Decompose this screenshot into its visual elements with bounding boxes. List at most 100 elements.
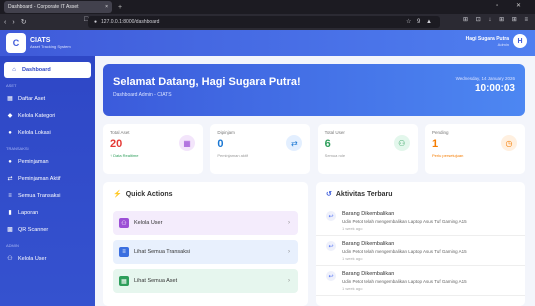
sidebar-item-label: Dashboard	[22, 67, 51, 73]
qr-code-icon: ▩	[7, 227, 13, 233]
avatar[interactable]: H	[513, 34, 527, 48]
user-role: Admin	[497, 41, 509, 47]
activity-item-title: Barang Dikembalikan	[342, 271, 395, 277]
brand-logo: C	[6, 33, 26, 53]
quick-actions-title: Quick Actions	[125, 190, 173, 198]
brand-subtitle: Asset Tracking System	[30, 44, 71, 49]
address-bar[interactable]: ● 127.0.0.1:8000/dashboard ☆ 9 ▲	[88, 16, 440, 28]
sidebar-item-daftar-aset[interactable]: ▦ Daftar Aset	[0, 90, 95, 107]
quick-actions-panel: ⚡ Quick Actions ⚇ Kelola User › ≡ Lihat …	[103, 182, 308, 306]
extension-icons[interactable]: ⊞ ⊡ ↓ ⊞ ⊞ ≡	[463, 16, 531, 23]
window-controls[interactable]: ▫ ✕	[496, 2, 529, 9]
forward-icon[interactable]: ›	[12, 19, 14, 26]
sidebar-item-label: Daftar Aset	[18, 95, 46, 102]
activity-item-time: 1 week ago	[342, 286, 363, 291]
return-icon: ↩	[326, 211, 336, 221]
sidebar-item-semua-transaksi[interactable]: ≡ Semua Transaksi	[0, 187, 95, 204]
activity-item-desc: Udin Petot telah mengembalikan Laptop As…	[342, 249, 467, 254]
quick-action-label: Lihat Semua Aset	[134, 278, 178, 284]
sidebar-item-kelola-user[interactable]: ⚇ Kelola User	[0, 250, 95, 267]
lock-icon: ●	[94, 19, 98, 25]
activity-item-time: 1 week ago	[342, 226, 363, 231]
activity-item-desc: Udin Petot telah mengembalikan Laptop As…	[342, 279, 467, 284]
current-date: Wednesday, 14 January 2026	[455, 76, 515, 81]
sidebar-item-label: Laporan	[18, 209, 39, 216]
sidebar-item-qr-scanner[interactable]: ▩ QR Scanner	[0, 221, 95, 238]
sidebar-item-label: Kelola Lokasi	[18, 129, 51, 136]
stat-label: Pending	[431, 130, 449, 135]
stat-card-total-aset: Total Aset 20 ↑ Data Realtime ▦	[103, 124, 203, 174]
sidebar-item-kelola-lokasi[interactable]: ● Kelola Lokasi	[0, 124, 95, 141]
stat-card-total-user: Total User 6 Semua role ⚇	[317, 124, 418, 174]
return-icon: ↩	[326, 271, 336, 281]
exchange-icon: ⇄	[7, 176, 13, 182]
sidebar-item-laporan[interactable]: ▮ Laporan	[0, 204, 95, 221]
current-time: 10:00:03	[474, 83, 515, 94]
file-icon: ▮	[8, 210, 12, 216]
browser-tab[interactable]: Dashboard - Corporate IT Asset ×	[4, 1, 112, 13]
activity-item-title: Barang Dikembalikan	[342, 241, 395, 247]
stat-card-dipinjam: Dipinjam 0 Peminjaman aktif ⇄	[210, 124, 311, 174]
list-icon: ≡	[119, 247, 129, 257]
url-action-icons[interactable]: ☆ 9 ▲	[406, 18, 434, 25]
sidebar: ⌂ Dashboard ASET ▦ Daftar Aset ◆ Kelola …	[0, 56, 95, 306]
clock-icon: ◷	[500, 135, 517, 151]
activity-item[interactable]: ↩ Barang Dikembalikan Udin Petot telah m…	[316, 236, 525, 266]
sidebar-item-dashboard[interactable]: ⌂ Dashboard	[4, 62, 91, 78]
sidebar-item-label: Peminjaman	[18, 158, 49, 165]
home-icon: ⌂	[12, 67, 16, 73]
stat-label: Total Aset	[110, 130, 130, 135]
history-icon: ↺	[326, 191, 332, 198]
boxes-icon: ▦	[179, 135, 195, 151]
brand-name: CIATS	[30, 37, 51, 44]
boxes-icon: ▦	[7, 96, 13, 102]
quick-action-label: Lihat Semua Transaksi	[134, 249, 190, 255]
chevron-right-icon: ›	[288, 278, 290, 284]
activity-item-desc: Udin Petot telah mengembalikan Laptop As…	[342, 219, 467, 224]
sidebar-item-kelola-kategori[interactable]: ◆ Kelola Kategori	[0, 107, 95, 124]
stat-label: Total User	[324, 130, 345, 135]
users-icon: ⚇	[393, 135, 410, 151]
quick-action-kelola-user[interactable]: ⚇ Kelola User ›	[113, 211, 298, 235]
browser-tab-bar: Dashboard - Corporate IT Asset × + ▫ ✕	[0, 0, 535, 14]
back-icon[interactable]: ‹	[4, 19, 6, 26]
reload-icon[interactable]: ↻	[21, 18, 27, 26]
tab-title: Dashboard - Corporate IT Asset	[8, 4, 79, 10]
stat-label: Dipinjam	[217, 130, 235, 135]
browser-nav-bar: ‹ › ↻ □ ● 127.0.0.1:8000/dashboard ☆ 9 ▲…	[0, 14, 535, 30]
chevron-right-icon: ›	[288, 220, 290, 226]
activity-item-title: Barang Dikembalikan	[342, 211, 395, 217]
sidebar-item-label: Kelola Kategori	[18, 112, 56, 119]
stat-card-pending: Pending 1 Perlu persetujuan ◷	[424, 124, 525, 174]
list-icon: ≡	[8, 192, 12, 199]
chevron-right-icon: ›	[288, 249, 290, 255]
new-tab-icon[interactable]: +	[118, 4, 122, 11]
bolt-icon: ⚡	[113, 191, 122, 198]
return-icon: ↩	[326, 241, 336, 251]
sidebar-item-label: Kelola User	[18, 255, 47, 262]
main-content: Selamat Datang, Hagi Sugara Putra! Dashb…	[95, 56, 535, 306]
location-icon: ●	[8, 129, 12, 136]
quick-action-lihat-aset[interactable]: ▦ Lihat Semua Aset ›	[113, 269, 298, 293]
quick-action-label: Kelola User	[134, 220, 163, 226]
sidebar-section-transaksi: TRANSAKSI	[6, 145, 29, 151]
stats-row: Total Aset 20 ↑ Data Realtime ▦ Dipinjam…	[103, 124, 525, 174]
sidebar-item-peminjaman-aktif[interactable]: ⇄ Peminjaman Aktif	[0, 170, 95, 187]
quick-action-lihat-transaksi[interactable]: ≡ Lihat Semua Transaksi ›	[113, 240, 298, 264]
tab-close-icon[interactable]: ×	[105, 4, 108, 10]
activity-item[interactable]: ↩ Barang Dikembalikan Udin Petot telah m…	[316, 266, 525, 296]
welcome-banner: Selamat Datang, Hagi Sugara Putra! Dashb…	[103, 64, 525, 116]
hand-icon: ●	[8, 158, 12, 165]
activity-title: Aktivitas Terbaru	[335, 190, 393, 198]
activity-panel: ↺ Aktivitas Terbaru ↩ Barang Dikembalika…	[316, 182, 525, 306]
user-name: Hagi Sugara Putra	[465, 35, 509, 42]
stat-note: ↑ Data Realtime	[110, 153, 139, 158]
stat-note: Peminjaman aktif	[217, 153, 249, 158]
activity-item-time: 1 week ago	[342, 256, 363, 261]
activity-item[interactable]: ↩ Barang Dikembalikan Udin Petot telah m…	[316, 206, 525, 236]
sidebar-item-peminjaman[interactable]: ● Peminjaman	[0, 153, 95, 170]
user-menu[interactable]: Hagi Sugara Putra Admin H	[466, 34, 527, 48]
sidebar-section-aset: ASET	[6, 82, 17, 88]
sidebar-item-label: Semua Transaksi	[18, 192, 61, 199]
sidebar-section-admin: ADMIN	[6, 242, 19, 248]
